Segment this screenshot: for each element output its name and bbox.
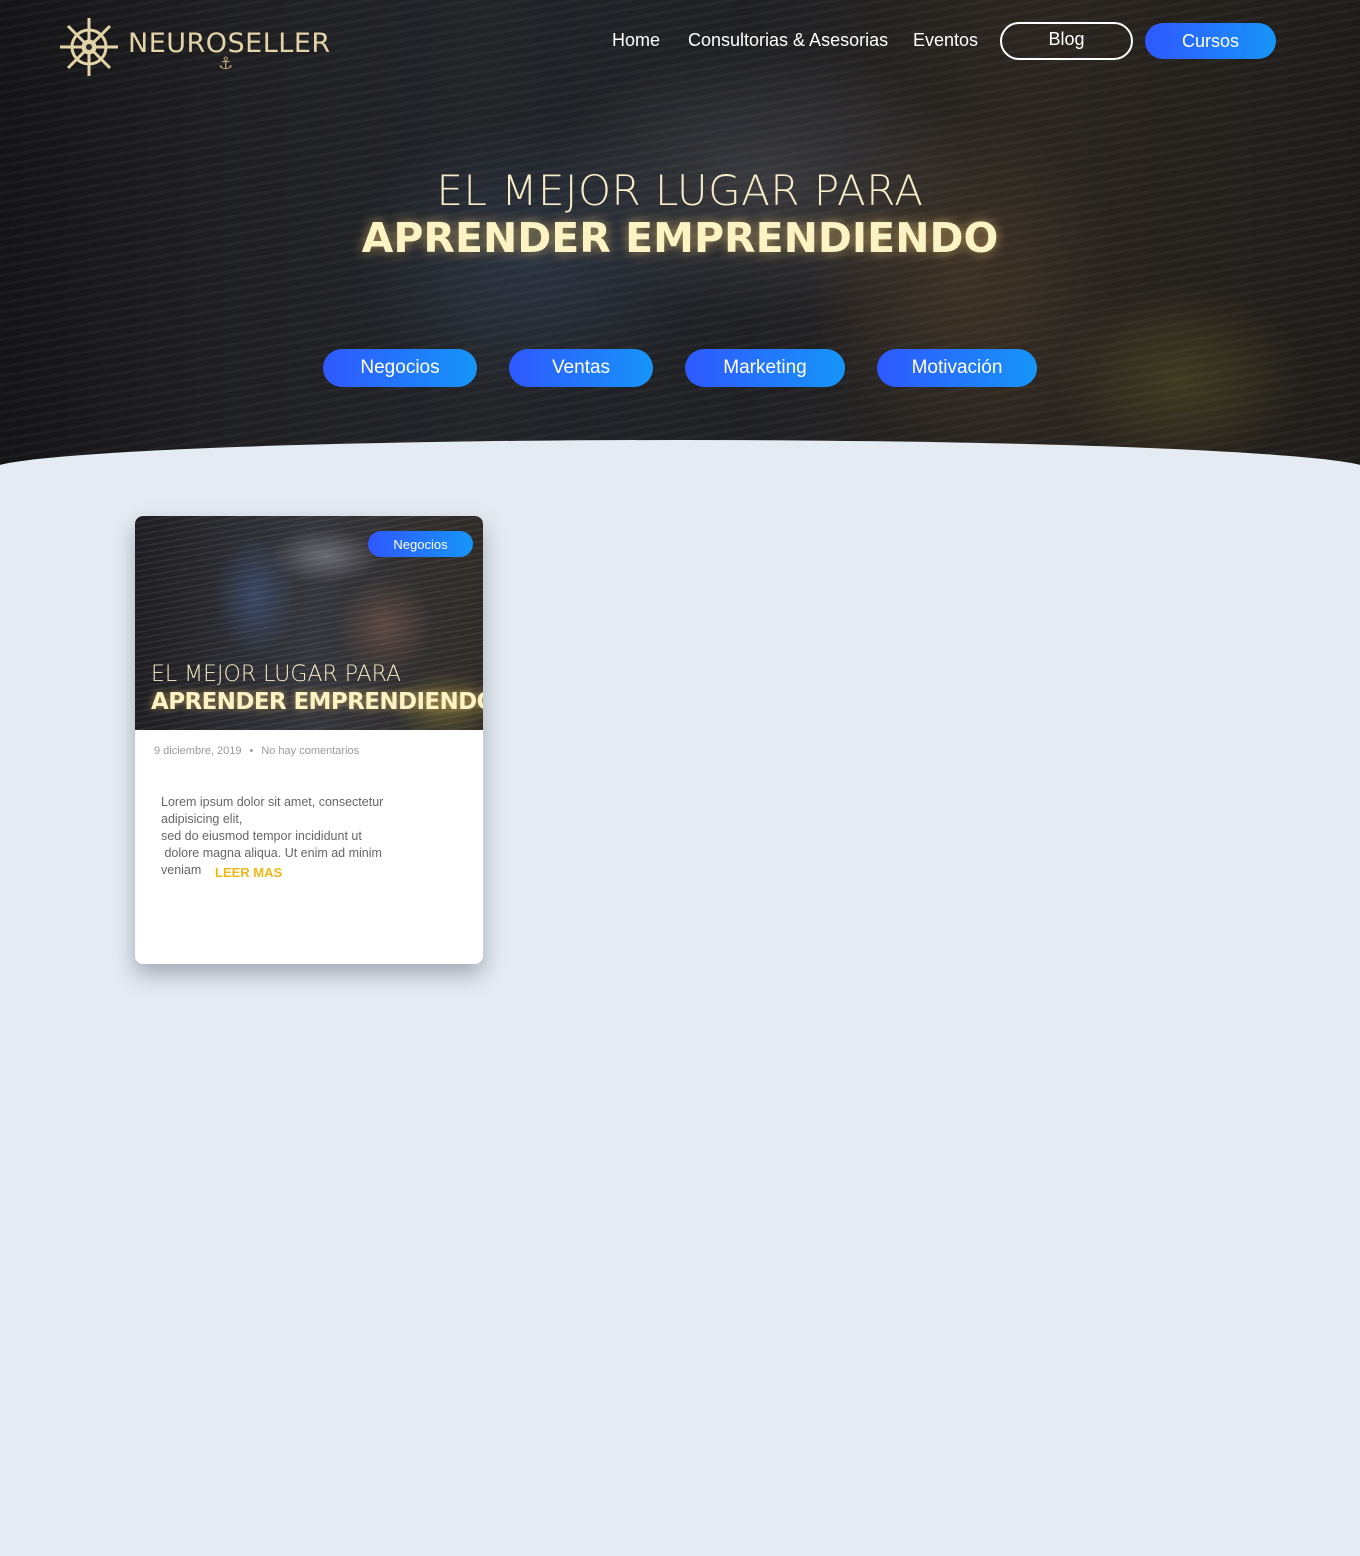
post-image-title-line2: APRENDER EMPRENDIENDO (151, 689, 483, 715)
post-thumbnail[interactable]: Negocios EL MEJOR LUGAR PARA APRENDER EM… (135, 516, 483, 730)
category-motivacion-button[interactable]: Motivación (877, 349, 1037, 387)
nav-consultorias[interactable]: Consultorias & Asesorias (688, 30, 888, 51)
post-meta: 9 diciembre, 2019 • No hay comentarios (154, 745, 359, 757)
post-comments-link[interactable]: No hay comentarios (261, 745, 359, 757)
hero-banner: NEUROSELLER ⚓ Home Consultorias & Asesor… (0, 0, 1360, 472)
post-category-badge[interactable]: Negocios (368, 531, 473, 557)
blog-button[interactable]: Blog (1000, 22, 1133, 60)
excerpt-line: sed do eiusmod tempor incididunt ut (161, 829, 362, 843)
category-marketing-button[interactable]: Marketing (685, 349, 845, 387)
excerpt-line: adipisicing elit, (161, 812, 243, 826)
hero-title-line2: APRENDER EMPRENDIENDO (361, 214, 999, 262)
cursos-button[interactable]: Cursos (1145, 23, 1276, 59)
nav-eventos[interactable]: Eventos (913, 30, 978, 51)
category-ventas-button[interactable]: Ventas (509, 349, 653, 387)
post-card[interactable]: Negocios EL MEJOR LUGAR PARA APRENDER EM… (135, 516, 483, 964)
post-date: 9 diciembre, 2019 (154, 745, 242, 757)
meta-separator-icon: • (249, 745, 254, 757)
main-nav: Home Consultorias & Asesorias Eventos Bl… (0, 22, 1360, 62)
excerpt-line: dolore magna aliqua. Ut enim ad minim (161, 846, 382, 860)
hero-title-line1: EL MEJOR LUGAR PARA (436, 166, 924, 215)
nav-home[interactable]: Home (612, 30, 660, 51)
post-excerpt: Lorem ipsum dolor sit amet, consectetur … (161, 794, 421, 879)
excerpt-line: veniam (161, 863, 202, 877)
excerpt-line: Lorem ipsum dolor sit amet, consectetur (161, 795, 384, 809)
category-negocios-button[interactable]: Negocios (323, 349, 477, 387)
post-image-title-line1: EL MEJOR LUGAR PARA (151, 662, 402, 687)
read-more-link[interactable]: LEER MAS (215, 865, 282, 880)
